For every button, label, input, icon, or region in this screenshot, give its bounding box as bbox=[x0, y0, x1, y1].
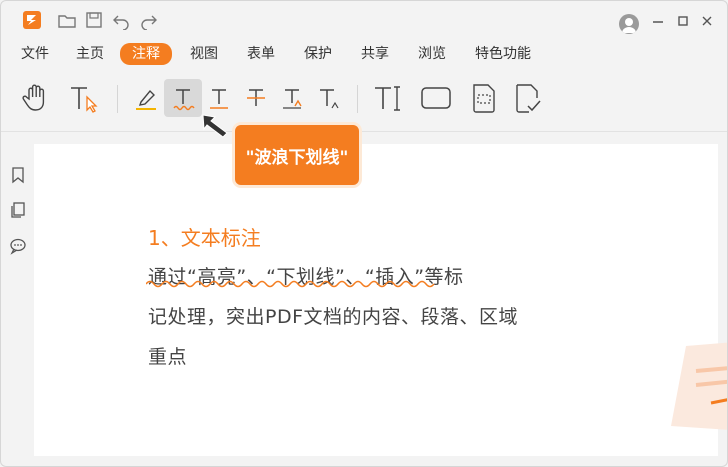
bookmark-icon[interactable] bbox=[9, 166, 27, 184]
insert-text-icon bbox=[283, 89, 302, 109]
menu-protect[interactable]: 保护 bbox=[304, 44, 332, 64]
strikethrough-tool-button[interactable] bbox=[237, 79, 275, 117]
note-icon bbox=[473, 84, 495, 113]
document-page: 1、文本标注 通过“高亮”、“下划线”、“插入”等标 记处理，突出PDF文档的内… bbox=[34, 144, 718, 456]
highlight-tool-button[interactable] bbox=[127, 79, 165, 117]
app-logo-icon bbox=[23, 11, 41, 29]
user-avatar-icon[interactable] bbox=[619, 14, 639, 34]
close-icon[interactable] bbox=[700, 13, 714, 32]
decorative-card-graphic bbox=[671, 342, 727, 430]
open-folder-icon[interactable] bbox=[57, 10, 77, 30]
stamp-icon bbox=[516, 84, 541, 113]
select-text-tool-button[interactable] bbox=[65, 79, 103, 117]
menu-form[interactable]: 表单 bbox=[247, 44, 275, 64]
pages-icon[interactable] bbox=[9, 201, 27, 219]
minimize-icon[interactable] bbox=[651, 13, 665, 32]
save-icon[interactable] bbox=[84, 10, 104, 30]
insert-text-tool-button[interactable] bbox=[273, 79, 311, 117]
wavy-underline-annotation[interactable] bbox=[146, 279, 442, 289]
undo-icon[interactable] bbox=[111, 10, 131, 30]
stamp-tool-button[interactable] bbox=[508, 79, 546, 117]
menu-annotate[interactable]: 注释 bbox=[120, 43, 172, 65]
wavy-underline-icon bbox=[173, 89, 195, 111]
replace-text-icon bbox=[320, 89, 339, 109]
highlight-icon bbox=[136, 89, 156, 110]
hand-icon bbox=[22, 84, 45, 111]
menu-share[interactable]: 共享 bbox=[361, 44, 389, 64]
typewriter-tool-button[interactable] bbox=[369, 79, 407, 117]
underline-tool-button[interactable] bbox=[200, 79, 238, 117]
menu-bar: 文件 主页 注释 视图 表单 保护 共享 浏览 特色功能 bbox=[1, 41, 727, 67]
tooltip-label: "波浪下划线" bbox=[245, 148, 349, 168]
redo-icon[interactable] bbox=[139, 10, 159, 30]
doc-line-3[interactable]: 重点 bbox=[148, 342, 187, 369]
comment-icon[interactable] bbox=[9, 237, 27, 255]
menu-special-features[interactable]: 特色功能 bbox=[475, 44, 531, 64]
tooltip-callout: "波浪下划线" bbox=[235, 125, 359, 185]
textbox-icon bbox=[421, 87, 451, 109]
note-tool-button[interactable] bbox=[465, 79, 503, 117]
typewriter-icon bbox=[375, 86, 400, 111]
underline-icon bbox=[210, 89, 228, 109]
menu-view[interactable]: 视图 bbox=[190, 44, 218, 64]
hand-tool-button[interactable] bbox=[17, 79, 55, 117]
app-window: 文件 主页 注释 视图 表单 保护 共享 浏览 特色功能 1、文本标注 通过“高… bbox=[0, 0, 728, 467]
replace-text-tool-button[interactable] bbox=[309, 79, 347, 117]
select-text-icon bbox=[71, 87, 98, 113]
wavy-underline-tool-button[interactable] bbox=[164, 79, 202, 117]
doc-line-2[interactable]: 记处理，突出PDF文档的内容、段落、区域 bbox=[148, 302, 518, 329]
menu-browse[interactable]: 浏览 bbox=[418, 44, 446, 64]
pointer-arrow-icon bbox=[202, 114, 228, 138]
menu-file[interactable]: 文件 bbox=[21, 44, 49, 64]
strikethrough-icon bbox=[247, 89, 265, 106]
textbox-tool-button[interactable] bbox=[417, 79, 455, 117]
maximize-icon[interactable] bbox=[676, 13, 690, 32]
doc-heading: 1、文本标注 bbox=[148, 226, 261, 250]
toolbar-separator bbox=[357, 85, 358, 113]
toolbar-separator bbox=[117, 85, 118, 113]
toolbar-divider bbox=[1, 131, 727, 132]
menu-home[interactable]: 主页 bbox=[76, 44, 104, 64]
